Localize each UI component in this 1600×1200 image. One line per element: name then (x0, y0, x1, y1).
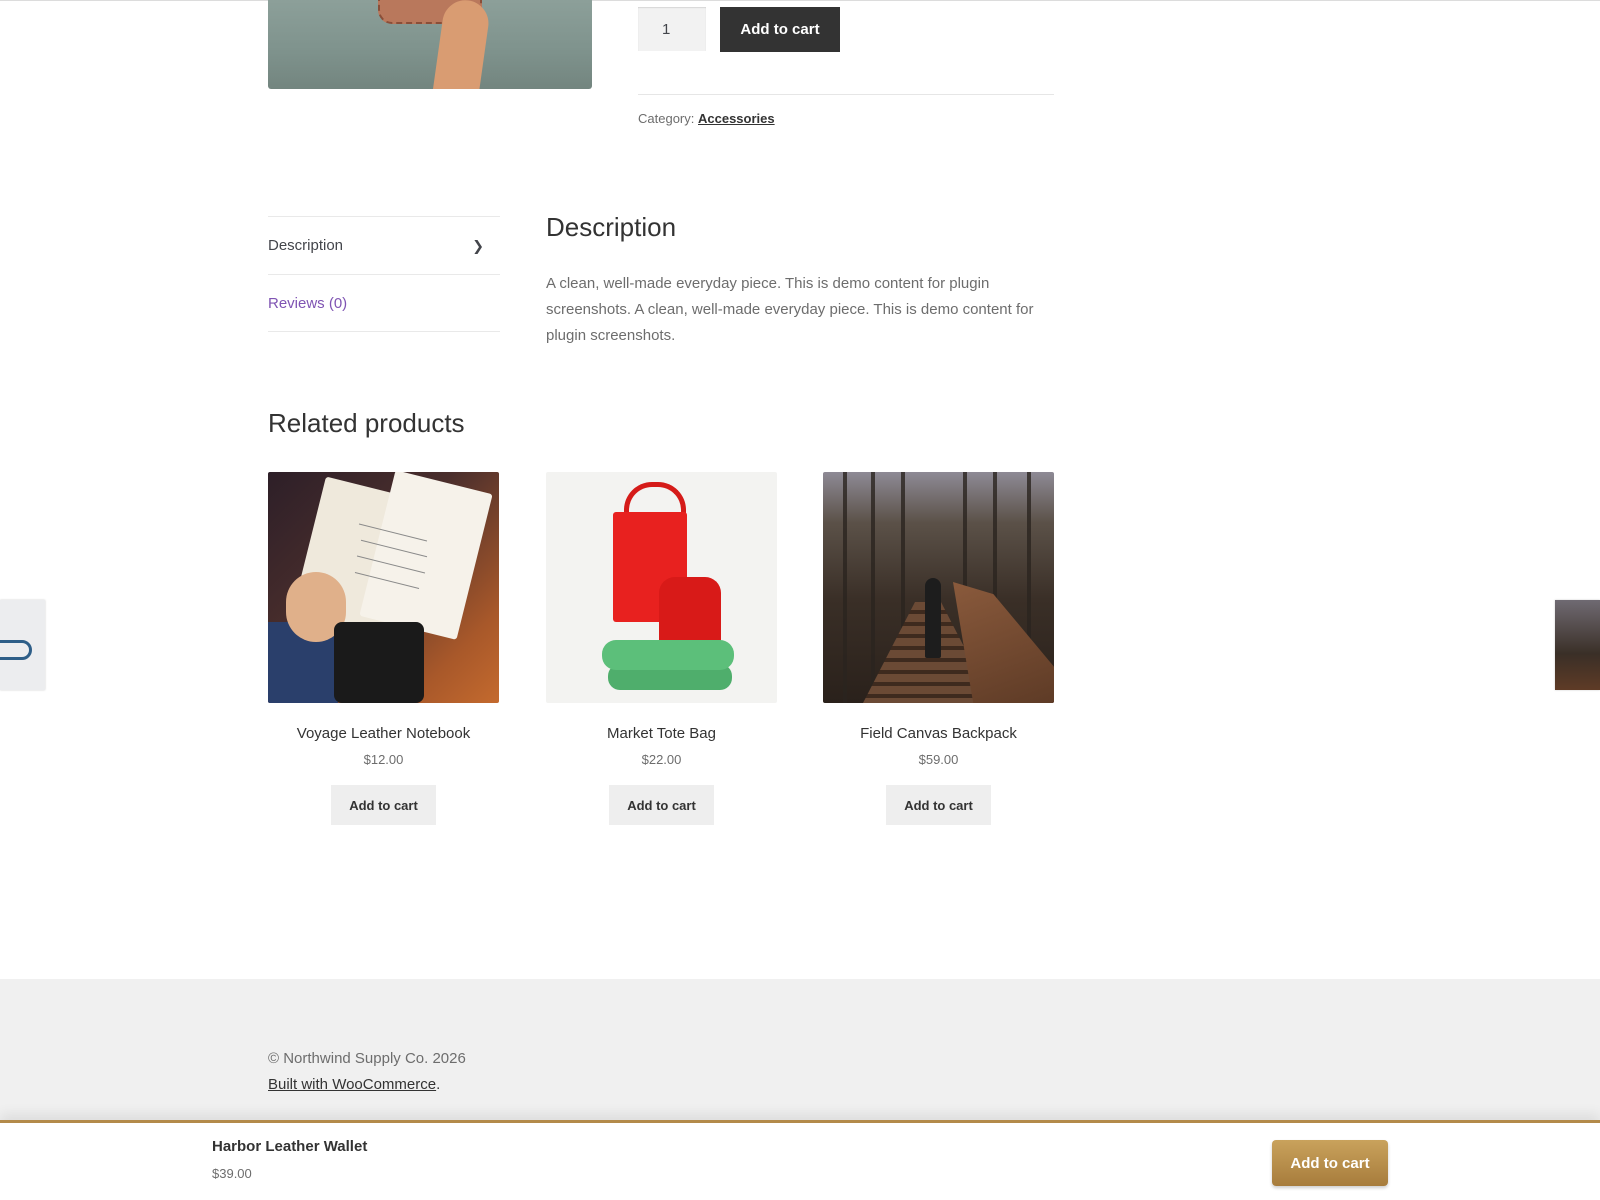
camera-graphic (334, 622, 424, 703)
product-tabs: Description ❯ Reviews (0) (268, 216, 500, 332)
category-label: Category: (638, 111, 695, 126)
previous-product-thumbnail[interactable] (0, 600, 45, 690)
related-product-image[interactable] (546, 472, 777, 703)
sticky-add-to-cart-button[interactable]: Add to cart (1272, 1140, 1388, 1186)
pillow-graphic (602, 640, 734, 670)
description-text: A clean, well-made everyday piece. This … (546, 275, 1034, 344)
next-product-thumbnail[interactable] (1555, 600, 1600, 690)
tree-graphic (871, 472, 875, 703)
sticky-product-name: Harbor Leather Wallet (212, 1138, 368, 1155)
related-product-name[interactable]: Voyage Leather Notebook (268, 725, 499, 742)
woocommerce-link[interactable]: Built with WooCommerce (268, 1076, 436, 1093)
footer-copyright: © Northwind Supply Co. 2026 (268, 1050, 466, 1067)
tree-graphic (843, 472, 847, 703)
tab-reviews-label: Reviews (0) (268, 294, 348, 312)
add-to-cart-button[interactable]: Add to cart (720, 7, 840, 52)
related-product-price: $59.00 (918, 752, 959, 767)
site-footer (0, 979, 1600, 1139)
tab-description-label: Description (268, 237, 344, 254)
related-products-heading: Related products (268, 408, 465, 438)
related-product-card: Field Canvas Backpack $59.00 Add to cart (823, 472, 1054, 825)
top-divider (0, 0, 1600, 1)
related-product-price: $12.00 (363, 752, 404, 767)
sticky-product-price: $39.00 (212, 1166, 252, 1181)
related-add-to-cart-button[interactable]: Add to cart (886, 785, 991, 825)
related-product-image[interactable] (823, 472, 1054, 703)
product-main-image[interactable] (268, 0, 592, 89)
related-product-card: Market Tote Bag $22.00 Add to cart (546, 472, 777, 825)
product-page: Add to cart Category: Accessories Descri… (0, 0, 1600, 1200)
category-link[interactable]: Accessories (698, 111, 775, 126)
pouch-graphic (659, 577, 721, 647)
sticky-add-to-cart-bar: Harbor Leather Wallet $39.00 Add to cart (0, 1120, 1600, 1200)
tab-reviews[interactable]: Reviews (0) (268, 274, 500, 332)
related-product-price: $22.00 (641, 752, 682, 767)
related-product-name[interactable]: Field Canvas Backpack (823, 725, 1054, 742)
quantity-input[interactable] (638, 7, 706, 51)
glasses-graphic (0, 640, 32, 660)
related-product-image[interactable] (268, 472, 499, 703)
person-graphic (925, 578, 941, 658)
related-add-to-cart-button[interactable]: Add to cart (609, 785, 714, 825)
product-meta-divider (638, 94, 1054, 95)
tab-description[interactable]: Description ❯ (268, 216, 500, 274)
product-category: Category: Accessories (638, 111, 775, 126)
description-heading: Description (546, 212, 677, 242)
related-product-name[interactable]: Market Tote Bag (546, 725, 777, 742)
footer-credit: Built with WooCommerce. (268, 1076, 440, 1093)
related-product-card: Voyage Leather Notebook $12.00 Add to ca… (268, 472, 499, 825)
footer-credit-suffix: . (436, 1076, 441, 1093)
related-add-to-cart-button[interactable]: Add to cart (331, 785, 436, 825)
chevron-right-icon: ❯ (472, 237, 484, 253)
